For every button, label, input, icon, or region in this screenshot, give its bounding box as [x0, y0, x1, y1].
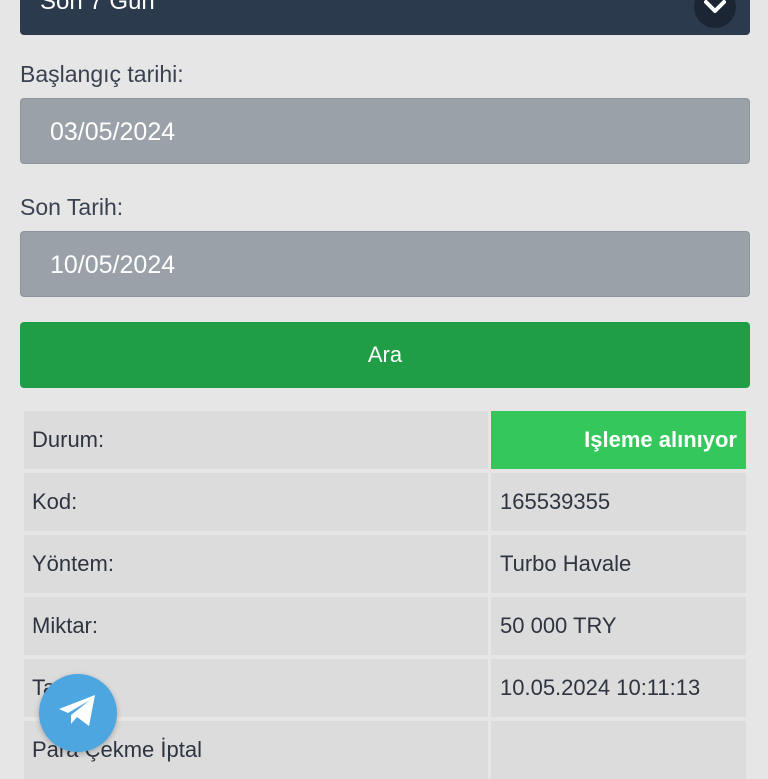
detail-row-amount: Miktar: 50 000 TRY [24, 597, 746, 655]
end-date-input[interactable]: 10/05/2024 [20, 231, 750, 297]
status-badge: Işleme alınıyor [491, 411, 746, 469]
search-button[interactable]: Ara [20, 322, 750, 388]
period-select-value: Son 7 Gün [40, 0, 155, 15]
detail-row-code: Kod: 165539355 [24, 473, 746, 531]
status-label: Durum: [24, 411, 488, 469]
end-date-label: Son Tarih: [20, 194, 124, 220]
method-label: Yöntem: [24, 535, 488, 593]
code-label: Kod: [24, 473, 488, 531]
start-date-input[interactable]: 03/05/2024 [20, 98, 750, 164]
date-value: 10.05.2024 10:11:13 [491, 659, 746, 717]
start-date-label: Başlangıç tarihi: [20, 61, 184, 87]
cancel-value [491, 721, 746, 779]
amount-value: 50 000 TRY [491, 597, 746, 655]
detail-row-method: Yöntem: Turbo Havale [24, 535, 746, 593]
period-select[interactable]: Son 7 Gün [20, 0, 750, 35]
detail-row-cancel: Para Çekme İptal [24, 721, 746, 779]
method-value: Turbo Havale [491, 535, 746, 593]
telegram-icon [57, 693, 99, 734]
code-value: 165539355 [491, 473, 746, 531]
detail-row-status: Durum: Işleme alınıyor [24, 411, 746, 469]
detail-row-date: Ta 10.05.2024 10:11:13 [24, 659, 746, 717]
amount-label: Miktar: [24, 597, 488, 655]
telegram-button[interactable] [39, 674, 117, 752]
chevron-down-icon[interactable] [694, 0, 736, 28]
